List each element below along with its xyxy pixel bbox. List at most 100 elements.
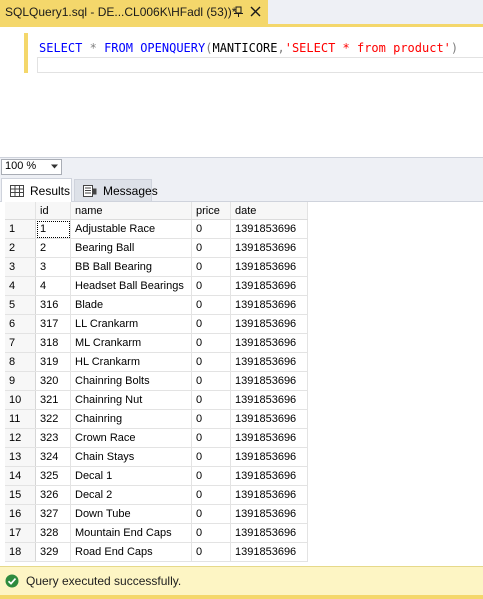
cell-name[interactable]: Road End Caps [70, 542, 192, 562]
row-number[interactable]: 8 [5, 352, 36, 372]
cell-price[interactable]: 0 [191, 409, 231, 429]
query-editor[interactable]: SELECT * FROM OPENQUERY(MANTICORE,'SELEC… [0, 27, 483, 157]
table-row[interactable]: 13 324 Chain Stays 0 1391853696 [5, 447, 308, 467]
cell-price[interactable]: 0 [191, 542, 231, 562]
pin-icon[interactable] [233, 6, 245, 18]
cell-name[interactable]: HL Crankarm [70, 352, 192, 372]
row-number[interactable]: 14 [5, 466, 36, 486]
cell-price[interactable]: 0 [191, 523, 231, 543]
row-number[interactable]: 6 [5, 314, 36, 334]
cell-name[interactable]: Chainring Nut [70, 390, 192, 410]
cell-id[interactable]: 2 [35, 238, 71, 258]
table-row[interactable]: 4 4 Headset Ball Bearings 0 1391853696 [5, 276, 308, 296]
cell-date[interactable]: 1391853696 [230, 504, 308, 524]
cell-name[interactable]: Mountain End Caps [70, 523, 192, 543]
cell-date[interactable]: 1391853696 [230, 447, 308, 467]
cell-price[interactable]: 0 [191, 314, 231, 334]
row-number[interactable]: 10 [5, 390, 36, 410]
table-row[interactable]: 10 321 Chainring Nut 0 1391853696 [5, 390, 308, 410]
cell-id[interactable]: 4 [35, 276, 71, 296]
cell-price[interactable]: 0 [191, 257, 231, 277]
cell-date[interactable]: 1391853696 [230, 333, 308, 353]
cell-id[interactable]: 3 [35, 257, 71, 277]
zoom-dropdown[interactable]: 100 % [1, 159, 62, 175]
table-row[interactable]: 15 326 Decal 2 0 1391853696 [5, 485, 308, 505]
cell-id[interactable]: 322 [35, 409, 71, 429]
column-header-name[interactable]: name [70, 202, 192, 220]
cell-date[interactable]: 1391853696 [230, 542, 308, 562]
document-tab[interactable]: SQLQuery1.sql - DE...CL006K\HFadl (53))* [0, 0, 268, 24]
cell-price[interactable]: 0 [191, 428, 231, 448]
table-row[interactable]: 12 323 Crown Race 0 1391853696 [5, 428, 308, 448]
cell-price[interactable]: 0 [191, 352, 231, 372]
cell-price[interactable]: 0 [191, 371, 231, 391]
row-number[interactable]: 15 [5, 485, 36, 505]
cell-id[interactable]: 317 [35, 314, 71, 334]
cell-date[interactable]: 1391853696 [230, 238, 308, 258]
row-number[interactable]: 17 [5, 523, 36, 543]
cell-id[interactable]: 318 [35, 333, 71, 353]
table-row[interactable]: 6 317 LL Crankarm 0 1391853696 [5, 314, 308, 334]
cell-name[interactable]: Down Tube [70, 504, 192, 524]
cell-name[interactable]: Headset Ball Bearings [70, 276, 192, 296]
cell-id[interactable]: 324 [35, 447, 71, 467]
cell-name[interactable]: LL Crankarm [70, 314, 192, 334]
row-number[interactable]: 2 [5, 238, 36, 258]
cell-name[interactable]: Crown Race [70, 428, 192, 448]
cell-date[interactable]: 1391853696 [230, 257, 308, 277]
cell-date[interactable]: 1391853696 [230, 409, 308, 429]
row-number[interactable]: 13 [5, 447, 36, 467]
table-row[interactable]: 16 327 Down Tube 0 1391853696 [5, 504, 308, 524]
cell-id[interactable]: 319 [35, 352, 71, 372]
results-grid-area[interactable]: id name price date 1 1 Adjustable Race 0 139… [0, 202, 483, 565]
table-row[interactable]: 18 329 Road End Caps 0 1391853696 [5, 542, 308, 562]
sql-code-line[interactable]: SELECT * FROM OPENQUERY(MANTICORE,'SELEC… [39, 41, 458, 55]
cell-date[interactable]: 1391853696 [230, 390, 308, 410]
cell-name[interactable]: Bearing Ball [70, 238, 192, 258]
cell-name[interactable]: Adjustable Race [70, 219, 192, 239]
tab-results[interactable]: Results [1, 178, 72, 202]
table-row[interactable]: 11 322 Chainring 0 1391853696 [5, 409, 308, 429]
cell-date[interactable]: 1391853696 [230, 523, 308, 543]
table-row[interactable]: 17 328 Mountain End Caps 0 1391853696 [5, 523, 308, 543]
table-row[interactable]: 7 318 ML Crankarm 0 1391853696 [5, 333, 308, 353]
cell-id[interactable]: 325 [35, 466, 71, 486]
cell-date[interactable]: 1391853696 [230, 485, 308, 505]
table-row[interactable]: 9 320 Chainring Bolts 0 1391853696 [5, 371, 308, 391]
row-number-header[interactable] [5, 202, 36, 220]
row-number[interactable]: 9 [5, 371, 36, 391]
cell-price[interactable]: 0 [191, 219, 231, 239]
cell-id[interactable]: 323 [35, 428, 71, 448]
row-number[interactable]: 1 [5, 219, 36, 239]
table-row[interactable]: 1 1 Adjustable Race 0 1391853696 [5, 219, 308, 239]
row-number[interactable]: 4 [5, 276, 36, 296]
current-line-highlight[interactable] [37, 57, 483, 73]
row-number[interactable]: 7 [5, 333, 36, 353]
cell-name[interactable]: Chainring Bolts [70, 371, 192, 391]
cell-name[interactable]: Blade [70, 295, 192, 315]
cell-price[interactable]: 0 [191, 447, 231, 467]
cell-name[interactable]: BB Ball Bearing [70, 257, 192, 277]
table-row[interactable]: 2 2 Bearing Ball 0 1391853696 [5, 238, 308, 258]
tab-messages[interactable]: Messages [74, 179, 158, 202]
cell-name[interactable]: Decal 2 [70, 485, 192, 505]
cell-name[interactable]: ML Crankarm [70, 333, 192, 353]
cell-id[interactable]: 316 [35, 295, 71, 315]
table-row[interactable]: 14 325 Decal 1 0 1391853696 [5, 466, 308, 486]
cell-price[interactable]: 0 [191, 333, 231, 353]
results-grid[interactable]: id name price date 1 1 Adjustable Race 0 139… [5, 202, 308, 562]
cell-date[interactable]: 1391853696 [230, 219, 308, 239]
table-row[interactable]: 3 3 BB Ball Bearing 0 1391853696 [5, 257, 308, 277]
table-row[interactable]: 5 316 Blade 0 1391853696 [5, 295, 308, 315]
cell-date[interactable]: 1391853696 [230, 466, 308, 486]
cell-price[interactable]: 0 [191, 504, 231, 524]
column-header-price[interactable]: price [191, 202, 231, 220]
cell-price[interactable]: 0 [191, 485, 231, 505]
cell-price[interactable]: 0 [191, 390, 231, 410]
cell-price[interactable]: 0 [191, 466, 231, 486]
cell-name[interactable]: Chainring [70, 409, 192, 429]
cell-id[interactable]: 329 [35, 542, 71, 562]
table-row[interactable]: 8 319 HL Crankarm 0 1391853696 [5, 352, 308, 372]
cell-id[interactable]: 320 [35, 371, 71, 391]
row-number[interactable]: 18 [5, 542, 36, 562]
